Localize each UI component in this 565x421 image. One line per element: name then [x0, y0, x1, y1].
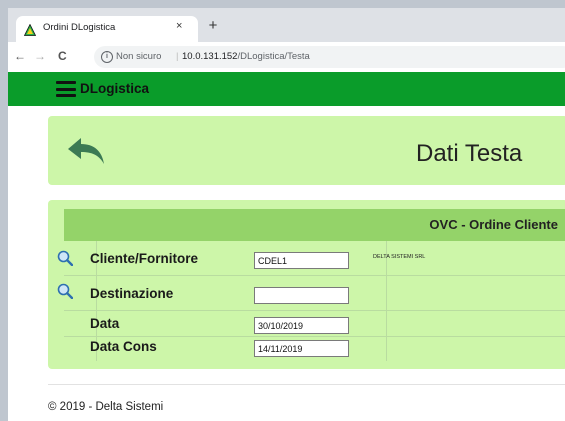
undo-arrow-icon[interactable]	[64, 135, 108, 167]
url-path: /DLogistica/Testa	[237, 51, 310, 62]
brand-link[interactable]: DLogistica	[80, 81, 149, 96]
page-title: Dati Testa	[416, 140, 523, 167]
footer-copyright: © 2019 - Delta Sistemi	[48, 401, 164, 413]
search-icon[interactable]	[57, 250, 73, 266]
cliente-fornitore-input[interactable]	[254, 252, 349, 269]
tab-close-icon[interactable]: ×	[176, 20, 182, 32]
destinazione-label: Destinazione	[90, 286, 174, 301]
cliente-fornitore-label: Cliente/Fornitore	[90, 251, 199, 266]
window-frame	[0, 0, 8, 421]
reload-button[interactable]: C	[58, 49, 67, 63]
data-label: Data	[90, 316, 120, 331]
browser-toolbar: ← → C i Non sicuro | 10.0.131.152/DLogis…	[8, 42, 565, 72]
section-title: OVC - Ordine Cliente	[429, 217, 558, 232]
footer-divider	[48, 384, 565, 385]
forward-button[interactable]: →	[34, 49, 46, 63]
url-host: 10.0.131.152	[182, 51, 238, 62]
browser-window: Ordini DLogistica × + ← → C i Non sicuro…	[8, 0, 565, 421]
new-tab-button[interactable]: +	[205, 18, 221, 34]
address-bar[interactable]: i Non sicuro | 10.0.131.152/DLogistica/T…	[94, 46, 565, 68]
app-favicon-icon	[24, 24, 36, 36]
cliente-description: DELTA SISTEMI SRL	[373, 254, 426, 260]
back-button[interactable]: ←	[14, 49, 26, 63]
app-navbar: DLogistica	[8, 72, 565, 106]
hamburger-menu-icon[interactable]	[56, 81, 76, 97]
header-card: Dati Testa	[48, 116, 565, 185]
data-input[interactable]	[254, 317, 349, 334]
info-icon[interactable]: i	[101, 51, 113, 63]
browser-tab[interactable]: Ordini DLogistica ×	[16, 16, 198, 43]
destinazione-input[interactable]	[254, 287, 349, 304]
tab-strip: Ordini DLogistica × +	[8, 0, 565, 43]
security-label: Non sicuro	[116, 51, 162, 62]
order-form-card: OVC - Ordine Cliente Cliente/Fornitore D…	[48, 200, 565, 369]
data-cons-input[interactable]	[254, 340, 349, 357]
data-cons-label: Data Cons	[90, 339, 157, 354]
search-icon[interactable]	[57, 283, 73, 299]
tab-title: Ordini DLogistica	[43, 22, 116, 33]
address-separator: |	[176, 51, 179, 62]
section-header: OVC - Ordine Cliente	[64, 209, 565, 241]
url-text: 10.0.131.152/DLogistica/Testa	[182, 51, 310, 62]
